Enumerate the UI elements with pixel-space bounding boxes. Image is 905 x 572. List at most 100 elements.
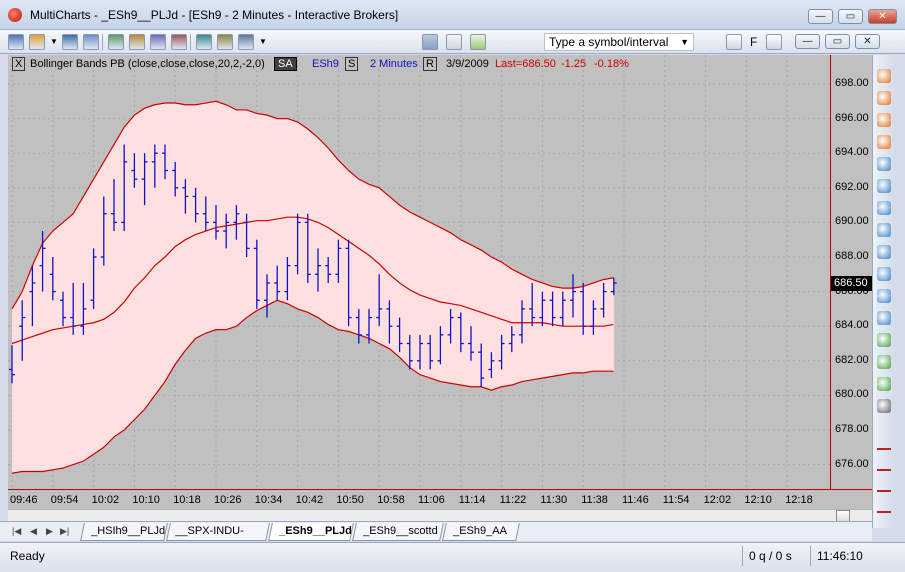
- status-bar: Ready 0 q / 0 s 11:46:10: [0, 542, 905, 572]
- inner-restore-button[interactable]: ▭: [825, 34, 850, 49]
- time-tick-label: 10:02: [91, 494, 120, 506]
- multicharts-logo-icon: [8, 8, 22, 22]
- tab-label: _ESh9__scottd: [363, 525, 438, 537]
- arrows-vertical-icon[interactable]: [877, 135, 891, 149]
- tab-prev-icon[interactable]: ◀: [30, 526, 37, 537]
- symbol-input-text: Type a symbol/interval: [549, 35, 669, 49]
- tab-0[interactable]: _HSIh9__PLJd: [80, 523, 168, 541]
- sa-badge[interactable]: SA: [274, 57, 297, 71]
- legend-last: Last=686.50: [495, 58, 556, 70]
- scanner-icon[interactable]: [150, 34, 166, 50]
- symbol-input[interactable]: Type a symbol/interval ▼: [544, 33, 694, 51]
- magic-icon[interactable]: [877, 399, 891, 413]
- tab-last-icon[interactable]: ▶|: [60, 526, 69, 537]
- workspace-tabs: |◀ ◀ ▶ ▶| _HSIh9__PLJd __SPX-INDU-30m _ESh…: [0, 521, 872, 554]
- chevron-down-icon[interactable]: ▼: [680, 34, 689, 50]
- dom-icon[interactable]: [171, 34, 187, 50]
- time-tick-label: 11:22: [499, 494, 527, 506]
- candlestick-icon[interactable]: [446, 34, 462, 50]
- save-icon[interactable]: [62, 34, 78, 50]
- grid-window-icon[interactable]: [129, 34, 145, 50]
- vertical-line-icon[interactable]: [877, 483, 891, 492]
- zoom-out-icon[interactable]: [877, 311, 891, 325]
- scroll-left-icon[interactable]: [877, 201, 891, 215]
- r-box[interactable]: R: [423, 57, 437, 71]
- status-text: Ready: [10, 549, 45, 563]
- legend-change-pct: -0.18%: [594, 58, 629, 70]
- new-icon[interactable]: [8, 34, 24, 50]
- time-tick-label: 11:54: [662, 494, 690, 506]
- refresh-icon[interactable]: [877, 333, 891, 347]
- time-tick-label: 10:10: [132, 494, 160, 506]
- tab-next-icon[interactable]: ▶: [46, 526, 53, 537]
- scroll-right-icon[interactable]: [877, 223, 891, 237]
- time-tick-label: 10:18: [173, 494, 201, 506]
- inner-close-button[interactable]: ✕: [855, 34, 880, 49]
- time-tick-label: 11:38: [581, 494, 608, 506]
- legend-interval: 2 Minutes: [370, 58, 418, 70]
- fit-horizontal-icon[interactable]: [877, 245, 891, 259]
- fibonacci-icon[interactable]: [877, 504, 891, 513]
- zoom-in-icon[interactable]: [877, 289, 891, 303]
- price-tick-label: 686.00: [835, 284, 869, 297]
- arrow-right-icon[interactable]: [877, 69, 891, 83]
- bollinger-band-fill: [12, 101, 614, 474]
- trend-line-icon[interactable]: [877, 441, 891, 450]
- s-box[interactable]: S: [345, 57, 359, 71]
- price-tick-label: 692.00: [835, 180, 869, 193]
- time-tick-label: 11:30: [540, 494, 568, 506]
- study-name: Bollinger Bands PB (close,close,close,20…: [30, 58, 265, 70]
- settings-icon[interactable]: [877, 377, 891, 391]
- time-tick-label: 11:14: [458, 494, 486, 506]
- toolbar-separator: [102, 34, 103, 50]
- dropdown-icon[interactable]: ▼: [259, 34, 267, 50]
- time-tick-label: 12:18: [785, 494, 813, 506]
- bar-chart-icon[interactable]: [422, 34, 438, 50]
- minimize-button[interactable]: —: [808, 9, 833, 24]
- tab-2[interactable]: _ESh9__PLJd: [268, 523, 354, 541]
- legend-close-button[interactable]: X: [12, 57, 26, 71]
- legend-change: -1.25: [561, 58, 587, 70]
- tab-first-icon[interactable]: |◀: [12, 526, 21, 537]
- print-icon[interactable]: [83, 34, 99, 50]
- time-tick-label: 12:10: [744, 494, 772, 506]
- price-chart[interactable]: [8, 55, 830, 489]
- window-title: MultiCharts - _ESh9__PLJd - [ESh9 - 2 Mi…: [30, 8, 399, 22]
- tab-3[interactable]: _ESh9__scottd: [352, 523, 444, 541]
- time-tick-label: 10:42: [295, 494, 324, 506]
- title-bar: MultiCharts - _ESh9__PLJd - [ESh9 - 2 Mi…: [0, 0, 905, 30]
- chart-window-icon[interactable]: [108, 34, 124, 50]
- horizontal-line-icon[interactable]: [877, 462, 891, 471]
- time-tick-label: 10:50: [336, 494, 364, 506]
- alert-icon[interactable]: [877, 355, 891, 369]
- order-count: 0 q / 0 s: [742, 546, 810, 566]
- close-button[interactable]: ✕: [868, 9, 897, 24]
- move-up-icon[interactable]: [877, 157, 891, 171]
- hourglass-icon[interactable]: [877, 113, 891, 127]
- insert-study-icon[interactable]: [196, 34, 212, 50]
- inner-minimize-button[interactable]: —: [795, 34, 820, 49]
- horizontal-scrollbar[interactable]: [8, 509, 872, 522]
- floating-window-icon[interactable]: [766, 34, 782, 50]
- time-tick-label: 12:02: [703, 494, 732, 506]
- move-down-icon[interactable]: [877, 179, 891, 193]
- dropdown-icon[interactable]: ▼: [50, 34, 58, 50]
- open-icon[interactable]: [29, 34, 45, 50]
- tab-1[interactable]: __SPX-INDU-30m: [166, 523, 270, 554]
- price-axis[interactable]: 686.50 698.00 696.00 694.00 692.00 690.00 688…: [830, 55, 873, 489]
- chart-area[interactable]: X Bollinger Bands PB (close,close,close,…: [8, 55, 830, 489]
- price-tick-label: 698.00: [835, 77, 869, 89]
- price-tick-label: 688.00: [835, 250, 869, 262]
- format-icon[interactable]: [238, 34, 254, 50]
- window-edge: [894, 55, 905, 528]
- maximize-button[interactable]: ▭: [838, 9, 863, 24]
- time-axis[interactable]: 09:46 09:54 10:02 10:10 10:18 10:26 10:34 10:42…: [8, 489, 872, 509]
- quote-manager-icon[interactable]: [726, 34, 742, 50]
- price-tick-label: 694.00: [835, 146, 869, 159]
- tab-4[interactable]: _ESh9_AA: [442, 523, 520, 541]
- fit-vertical-icon[interactable]: [877, 267, 891, 281]
- time-tick-label: 10:26: [214, 494, 242, 506]
- arrows-horizontal-icon[interactable]: [877, 91, 891, 105]
- checkmark-icon[interactable]: [470, 34, 486, 50]
- insert-signal-icon[interactable]: [217, 34, 233, 50]
